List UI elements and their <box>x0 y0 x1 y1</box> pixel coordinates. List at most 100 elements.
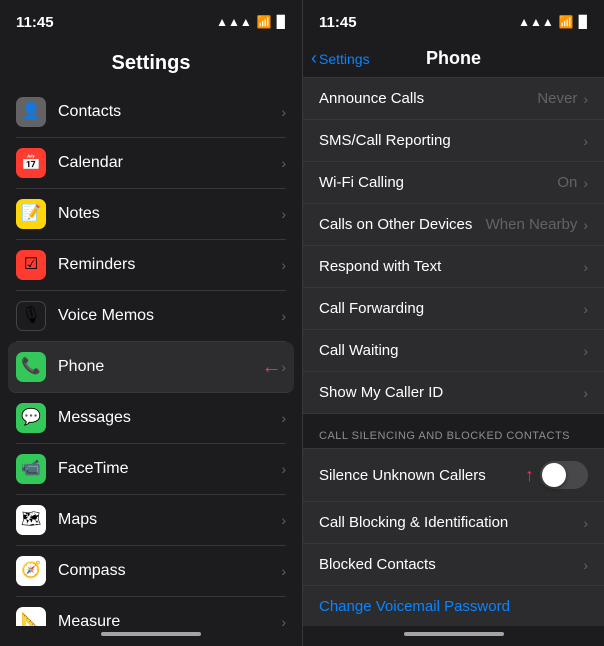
left-status-icons: ▲▲▲ 📶 ▉ <box>216 15 286 29</box>
compass-label: Compass <box>58 562 281 580</box>
right-status-icons: ▲▲▲ 📶 ▉ <box>518 15 588 29</box>
back-button[interactable]: ‹ Settings <box>311 48 370 69</box>
messages-label: Messages <box>58 409 281 427</box>
chevron-icon: › <box>281 257 286 273</box>
r-wifi-icon: 📶 <box>559 15 574 29</box>
right-item-respond-with-text[interactable]: Respond with Text› <box>303 246 604 288</box>
settings-list: 👤Contacts›📅Calendar›📝Notes›☑Reminders›🎙V… <box>0 87 302 626</box>
chevron-icon: › <box>281 563 286 579</box>
chevron-icon: › <box>583 217 588 233</box>
right-status-bar: 11:45 ▲▲▲ 📶 ▉ <box>303 0 604 44</box>
call-waiting-label: Call Waiting <box>319 342 583 359</box>
left-status-bar: 11:45 ▲▲▲ 📶 ▉ <box>0 0 302 44</box>
right-item-call-waiting[interactable]: Call Waiting› <box>303 330 604 372</box>
blocked-contacts-label: Blocked Contacts <box>319 556 577 573</box>
chevron-icon: › <box>583 301 588 317</box>
top-settings-group: Announce CallsNever›SMS/Call Reporting› W… <box>303 77 604 414</box>
right-item-show-caller-id[interactable]: Show My Caller ID› <box>303 372 604 414</box>
chevron-icon: › <box>281 461 286 477</box>
settings-item-voicememos[interactable]: 🎙 Voice Memos› <box>16 291 286 342</box>
measure-label: Measure <box>58 613 281 626</box>
settings-item-compass[interactable]: 🧭 Compass› <box>16 546 286 597</box>
maps-icon: 🗺 <box>16 505 46 535</box>
right-time: 11:45 <box>319 14 357 31</box>
contacts-icon: 👤 <box>16 97 46 127</box>
chevron-icon: › <box>281 104 286 120</box>
back-label: Settings <box>319 51 370 67</box>
notes-icon: 📝 <box>16 199 46 229</box>
left-panel: 11:45 ▲▲▲ 📶 ▉ Settings 👤Contacts›📅Calend… <box>0 0 302 646</box>
settings-title: Settings <box>112 52 191 74</box>
right-item-call-blocking[interactable]: Call Blocking & Identification› <box>303 502 604 544</box>
reminders-label: Reminders <box>58 256 281 274</box>
chevron-icon: › <box>281 359 286 375</box>
right-panel: 11:45 ▲▲▲ 📶 ▉ ‹ Settings Phone Announce … <box>302 0 604 646</box>
toggle-knob <box>542 463 566 487</box>
settings-item-facetime[interactable]: 📹 FaceTime› <box>16 444 286 495</box>
announce-calls-label: Announce Calls <box>319 90 537 107</box>
chevron-icon: › <box>281 155 286 171</box>
reminders-icon: ☑ <box>16 250 46 280</box>
wifi-calling-value: On <box>557 174 577 191</box>
left-header: Settings <box>0 44 302 87</box>
phone-title: Phone <box>426 48 481 69</box>
chevron-icon: › <box>583 557 588 573</box>
settings-item-phone[interactable]: 📞Phone←› <box>8 342 294 393</box>
chevron-icon: › <box>583 175 588 191</box>
chevron-icon: › <box>583 91 588 107</box>
chevron-icon: › <box>281 206 286 222</box>
right-header: ‹ Settings Phone <box>303 44 604 77</box>
calls-other-devices-label: Calls on Other Devices <box>319 216 486 233</box>
contacts-label: Contacts <box>58 103 281 121</box>
settings-item-messages[interactable]: 💬 Messages› <box>16 393 286 444</box>
calendar-label: Calendar <box>58 154 281 172</box>
notes-label: Notes <box>58 205 281 223</box>
settings-item-calendar[interactable]: 📅 Calendar› <box>16 138 286 189</box>
blocked-section-label: CALL SILENCING AND BLOCKED CONTACTS <box>303 414 604 448</box>
phone-icon: 📞 <box>16 352 46 382</box>
blocked-section-group: Silence Unknown Callers↑Call Blocking & … <box>303 448 604 586</box>
calendar-icon: 📅 <box>16 148 46 178</box>
chevron-icon: › <box>583 515 588 531</box>
facetime-label: FaceTime <box>58 460 281 478</box>
show-caller-id-label: Show My Caller ID <box>319 384 583 401</box>
chevron-icon: › <box>281 410 286 426</box>
back-chevron-icon: ‹ <box>311 48 317 69</box>
right-home-indicator <box>303 626 604 646</box>
respond-with-text-label: Respond with Text <box>319 258 583 275</box>
battery-icon: ▉ <box>277 15 286 29</box>
measure-icon: 📐 <box>16 607 46 626</box>
signal-icon: ▲▲▲ <box>216 15 252 29</box>
right-item-announce-calls[interactable]: Announce CallsNever› <box>303 77 604 120</box>
settings-item-reminders[interactable]: ☑ Reminders› <box>16 240 286 291</box>
silence-unknown-toggle[interactable] <box>540 461 588 489</box>
change-voicemail-link[interactable]: Change Voicemail Password <box>303 586 604 626</box>
silence-unknown-label: Silence Unknown Callers <box>319 467 525 484</box>
voicememos-label: Voice Memos <box>58 307 281 325</box>
chevron-icon: › <box>583 343 588 359</box>
settings-item-notes[interactable]: 📝 Notes› <box>16 189 286 240</box>
right-item-blocked-contacts[interactable]: Blocked Contacts › <box>303 544 604 586</box>
right-item-calls-other-devices[interactable]: Calls on Other DevicesWhen Nearby › <box>303 204 604 246</box>
voicememos-icon: 🎙 <box>16 301 46 331</box>
settings-item-measure[interactable]: 📐Measure› <box>16 597 286 626</box>
right-item-call-forwarding[interactable]: Call Forwarding› <box>303 288 604 330</box>
settings-item-contacts[interactable]: 👤 Contacts› <box>16 87 286 138</box>
right-item-sms-reporting[interactable]: SMS/Call Reporting› <box>303 120 604 162</box>
phone-label: Phone <box>58 358 253 376</box>
facetime-icon: 📹 <box>16 454 46 484</box>
messages-icon: 💬 <box>16 403 46 433</box>
calls-other-devices-value: When Nearby <box>486 216 578 233</box>
silence-arrow-indicator: ↑ <box>525 465 534 486</box>
right-item-wifi-calling[interactable]: Wi-Fi CallingOn› <box>303 162 604 204</box>
right-item-silence-unknown[interactable]: Silence Unknown Callers↑ <box>303 448 604 502</box>
compass-icon: 🧭 <box>16 556 46 586</box>
call-forwarding-label: Call Forwarding <box>319 300 583 317</box>
chevron-icon: › <box>281 512 286 528</box>
right-home-bar <box>404 632 504 636</box>
left-home-indicator <box>0 626 302 646</box>
chevron-icon: › <box>583 259 588 275</box>
maps-label: Maps <box>58 511 281 529</box>
chevron-icon: › <box>281 308 286 324</box>
settings-item-maps[interactable]: 🗺 Maps› <box>16 495 286 546</box>
